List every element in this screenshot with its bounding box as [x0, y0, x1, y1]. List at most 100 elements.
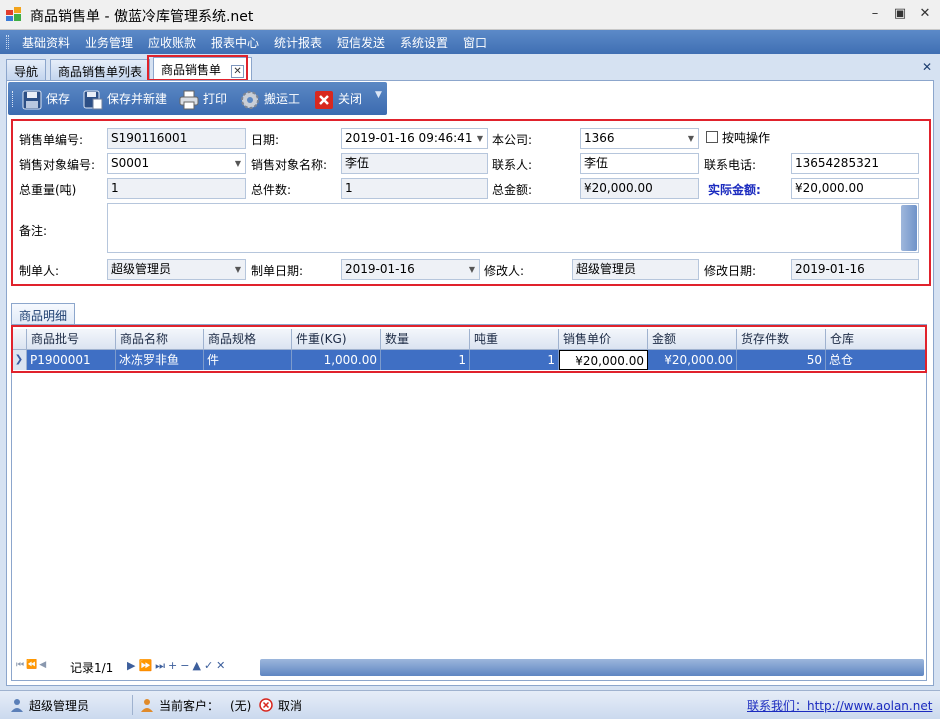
toolbar: 保存 保存并新建 打印 搬运工 关闭 ▼ [8, 82, 387, 115]
chevron-down-icon[interactable]: ▼ [375, 90, 382, 100]
target-code-select[interactable]: S0001 ▼ [107, 153, 246, 174]
print-button[interactable]: 打印 [179, 88, 227, 110]
modify-date-field: 2019-01-16 [791, 259, 919, 280]
column-header[interactable]: 件重(KG) [292, 329, 381, 349]
window-title: 商品销售单 - 傲蓝冷库管理系统.net [30, 9, 254, 25]
table-cell-editing[interactable]: ¥20,000.00 [559, 350, 648, 370]
nav-first-prev-icons[interactable]: ⏮⏪◀ [16, 660, 48, 670]
table-cell[interactable]: 1 [381, 350, 470, 370]
column-header[interactable]: 货存件数 [737, 329, 826, 349]
company-select[interactable]: 1366 ▼ [580, 128, 699, 149]
column-header[interactable]: 仓库 [826, 329, 926, 349]
table-row[interactable]: ❯ P1900001 冰冻罗非鱼 件 1,000.00 1 1 ¥20,000.… [12, 350, 926, 370]
contact-field[interactable]: 李伍 [580, 153, 699, 174]
chevron-down-icon[interactable]: ▼ [235, 154, 241, 173]
by-ton-checkbox[interactable] [706, 131, 718, 143]
tab-navigation[interactable]: 导航 [6, 59, 47, 80]
menu-window[interactable]: 窗口 [463, 34, 487, 51]
table-cell[interactable]: 1,000.00 [292, 350, 381, 370]
grid-corner [12, 329, 27, 349]
column-header[interactable]: 商品名称 [116, 329, 204, 349]
target-code-label: 销售对象编号: [19, 158, 96, 172]
tab-label: 商品销售单列表 [58, 65, 143, 79]
menu-base-data[interactable]: 基础资料 [22, 34, 70, 51]
date-picker[interactable]: 2019-01-16 09:46:41 ▼ [341, 128, 488, 149]
menu-statistics[interactable]: 统计报表 [274, 34, 322, 51]
cancel-customer-button[interactable]: 取消 [259, 697, 302, 714]
column-header[interactable]: 销售单价 [559, 329, 648, 349]
tab-sales-order[interactable]: 商品销售单 ✕ [153, 57, 253, 80]
modify-date-label: 修改日期: [704, 264, 757, 278]
save-button[interactable]: 保存 [22, 88, 70, 110]
tab-product-detail[interactable]: 商品明细 [11, 303, 76, 325]
cancel-icon [259, 698, 273, 712]
porter-button[interactable]: 搬运工 [240, 88, 300, 110]
nav-next-last-edit-icons[interactable]: ▶⏩⏭+−▲✓✕ [127, 659, 228, 673]
menu-report-center[interactable]: 报表中心 [211, 34, 259, 51]
chevron-down-icon[interactable]: ▼ [477, 129, 483, 148]
table-cell[interactable]: 件 [204, 350, 292, 370]
actual-amount-field[interactable]: ¥20,000.00 [791, 178, 919, 199]
sales-order-panel: 保存 保存并新建 打印 搬运工 关闭 ▼ 销售单编号: S190116001 日… [6, 80, 934, 686]
by-ton-label: 按吨操作 [722, 131, 771, 145]
creator-value: 超级管理员 [111, 262, 172, 276]
phone-field[interactable]: 13654285321 [791, 153, 919, 174]
table-cell[interactable]: 冰冻罗非鱼 [116, 350, 204, 370]
table-cell[interactable]: 总仓 [826, 350, 926, 370]
total-amount-label: 总金额: [492, 183, 533, 197]
horizontal-scrollbar[interactable] [260, 659, 924, 676]
date-label: 日期: [251, 133, 280, 147]
table-cell[interactable]: 1 [470, 350, 559, 370]
creator-label: 制单人: [19, 264, 60, 278]
close-window-button[interactable]: ✕ [914, 4, 936, 24]
grid-navigator: ⏮⏪◀ 记录1/1 ▶⏩⏭+−▲✓✕ [12, 655, 926, 679]
total-weight-field: 1 [107, 178, 246, 199]
table-cell[interactable]: ¥20,000.00 [648, 350, 737, 370]
menu-receivables[interactable]: 应收账款 [148, 34, 196, 51]
column-header[interactable]: 数量 [381, 329, 470, 349]
company-value: 1366 [584, 131, 615, 145]
menu-business[interactable]: 业务管理 [85, 34, 133, 51]
status-bar: 超级管理员 当前客户： (无) 取消 联系我们：http://www.aolan… [0, 690, 940, 719]
user-name: 超级管理员 [29, 699, 90, 713]
cancel-label: 取消 [278, 699, 303, 713]
maximize-button[interactable]: ▣ [889, 4, 911, 24]
column-header[interactable]: 金额 [648, 329, 737, 349]
save-and-new-button[interactable]: 保存并新建 [83, 88, 167, 110]
menu-settings[interactable]: 系统设置 [400, 34, 448, 51]
column-header[interactable]: 商品批号 [27, 329, 116, 349]
chevron-down-icon: ▼ [468, 265, 475, 274]
modifier-field: 超级管理员 [572, 259, 699, 280]
save-and-new-label: 保存并新建 [107, 92, 168, 106]
user-icon [11, 699, 23, 712]
column-header[interactable]: 商品规格 [204, 329, 292, 349]
chevron-down-icon[interactable]: ▼ [688, 129, 694, 148]
remark-textarea[interactable] [107, 203, 919, 253]
table-cell[interactable]: P1900001 [27, 350, 116, 370]
status-separator [132, 695, 133, 715]
column-header[interactable]: 吨重 [470, 329, 559, 349]
order-no-field: S190116001 [107, 128, 246, 149]
tab-sales-order-list[interactable]: 商品销售单列表 [50, 59, 151, 80]
porter-label: 搬运工 [264, 92, 301, 106]
remark-label: 备注: [19, 224, 48, 238]
create-date-value: 2019-01-16 [345, 262, 415, 276]
app-icon [6, 7, 21, 21]
close-label: 关闭 [338, 92, 363, 106]
customer-value: (无) [230, 699, 252, 713]
menu-sms[interactable]: 短信发送 [337, 34, 385, 51]
contact-us-link[interactable]: 联系我们：http://www.aolan.net [747, 697, 932, 714]
grid-header: 商品批号 商品名称 商品规格 件重(KG) 数量 吨重 销售单价 金额 货存件数… [12, 329, 926, 350]
total-weight-label: 总重量(吨) [19, 183, 77, 197]
table-cell[interactable]: 50 [737, 350, 826, 370]
target-name-field: 李伍 [341, 153, 488, 174]
tab-close-icon[interactable]: ✕ [231, 65, 245, 78]
minimize-button[interactable]: – [864, 4, 886, 24]
total-amount-field: ¥20,000.00 [580, 178, 699, 199]
panel-close-icon[interactable]: ✕ [922, 60, 932, 74]
total-pieces-label: 总件数: [251, 183, 292, 197]
save-new-icon [83, 90, 103, 109]
remark-scrollbar[interactable] [901, 205, 917, 251]
floppy-disk-icon [22, 90, 42, 109]
close-button[interactable]: 关闭 [314, 88, 362, 110]
